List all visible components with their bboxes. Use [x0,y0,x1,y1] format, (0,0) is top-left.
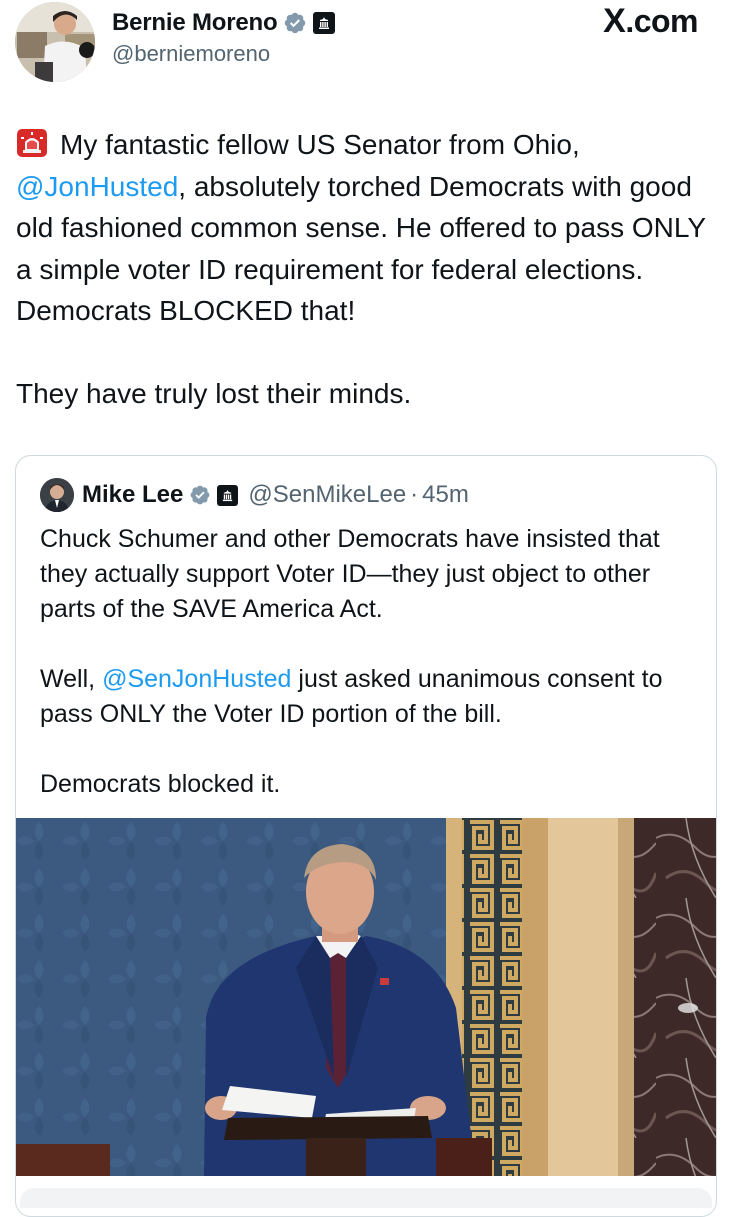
tweet-text-part: My fantastic fellow US Senator from Ohio… [60,129,580,160]
quoted-timestamp[interactable]: 45m [422,481,469,509]
brand-suffix: .com [625,3,698,39]
verified-badge-icon[interactable] [189,484,211,506]
government-capitol-icon [217,484,239,506]
mention-link[interactable]: @JonHusted [16,171,178,202]
police-siren-icon [17,129,47,157]
mention-link[interactable]: @SenJonHusted [102,665,291,693]
tweet-closing-text: They have truly lost their minds. [16,378,412,409]
separator-dot: · [410,481,419,508]
quoted-tweet-card[interactable]: Mike Lee @SenMikeLee · 45m Chuck Schumer… [15,455,717,1217]
quoted-author-avatar[interactable] [40,478,74,512]
quoted-tweet-header: Mike Lee @SenMikeLee · 45m [40,478,469,512]
x-logo-icon: X [603,2,626,40]
tweet-text: My fantastic fellow US Senator from Ohio… [16,124,716,415]
quoted-author-name[interactable]: Mike Lee [82,481,183,509]
quoted-tweet-media[interactable] [16,818,716,1176]
author-name[interactable]: Bernie Moreno [112,9,278,37]
senate-floor-photo [16,818,716,1176]
government-capitol-icon [313,12,336,34]
quoted-paragraph-3: Democrats blocked it. [40,770,281,798]
x-brand-logo: X.com [603,2,698,41]
quoted-tweet-text: Chuck Schumer and other Democrats have i… [40,522,700,802]
bottom-action-bar [20,1188,712,1208]
author-avatar[interactable] [15,2,95,82]
verified-badge-icon[interactable] [283,11,307,35]
quoted-avatar-image [40,478,74,512]
author-avatar-image [15,2,95,82]
quoted-paragraph-2-pre: Well, [40,665,103,693]
quoted-paragraph-1: Chuck Schumer and other Democrats have i… [40,525,667,623]
author-header: Bernie Moreno @berniemoreno [112,6,336,67]
author-handle[interactable]: @berniemoreno [112,41,335,67]
quoted-author-handle[interactable]: @SenMikeLee [248,481,406,509]
